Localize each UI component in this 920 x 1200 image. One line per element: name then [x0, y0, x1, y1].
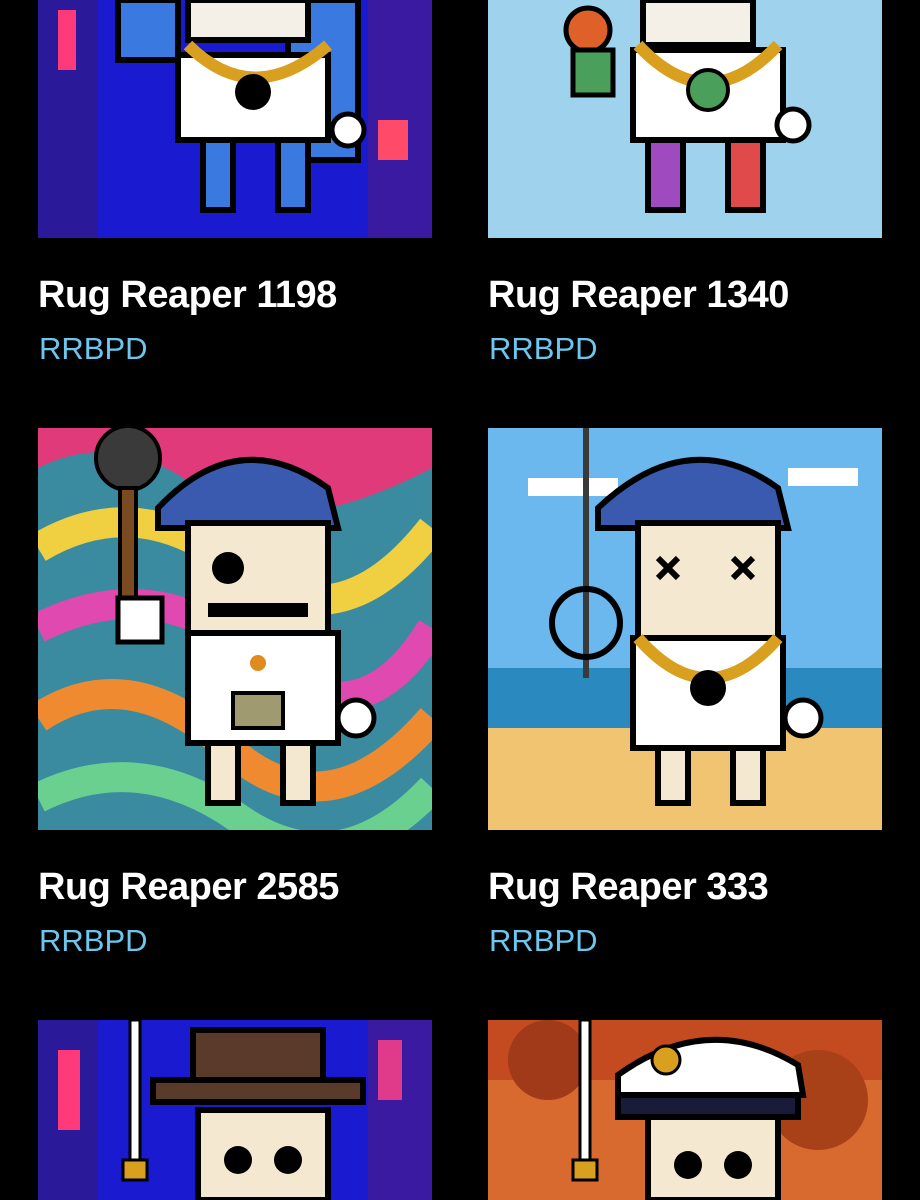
nft-title[interactable]: Rug Reaper 2585: [38, 865, 339, 909]
nft-collection[interactable]: RRBPD: [39, 923, 148, 959]
nft-title[interactable]: Rug Reaper 333: [488, 865, 769, 909]
nft-image[interactable]: [38, 428, 432, 830]
nft-grid: Rug Reaper 1198 RRBPD Rug Reaper 1340 RR…: [0, 0, 920, 1200]
nft-collection[interactable]: RRBPD: [489, 923, 598, 959]
nft-image[interactable]: [488, 0, 882, 238]
nft-image[interactable]: [488, 428, 882, 830]
nft-collection[interactable]: RRBPD: [39, 331, 148, 367]
nft-collection[interactable]: RRBPD: [489, 331, 598, 367]
nft-title[interactable]: Rug Reaper 1198: [38, 273, 337, 317]
nft-image[interactable]: [38, 1020, 432, 1200]
nft-title[interactable]: Rug Reaper 1340: [488, 273, 789, 317]
nft-image[interactable]: [488, 1020, 882, 1200]
nft-image[interactable]: [38, 0, 432, 238]
